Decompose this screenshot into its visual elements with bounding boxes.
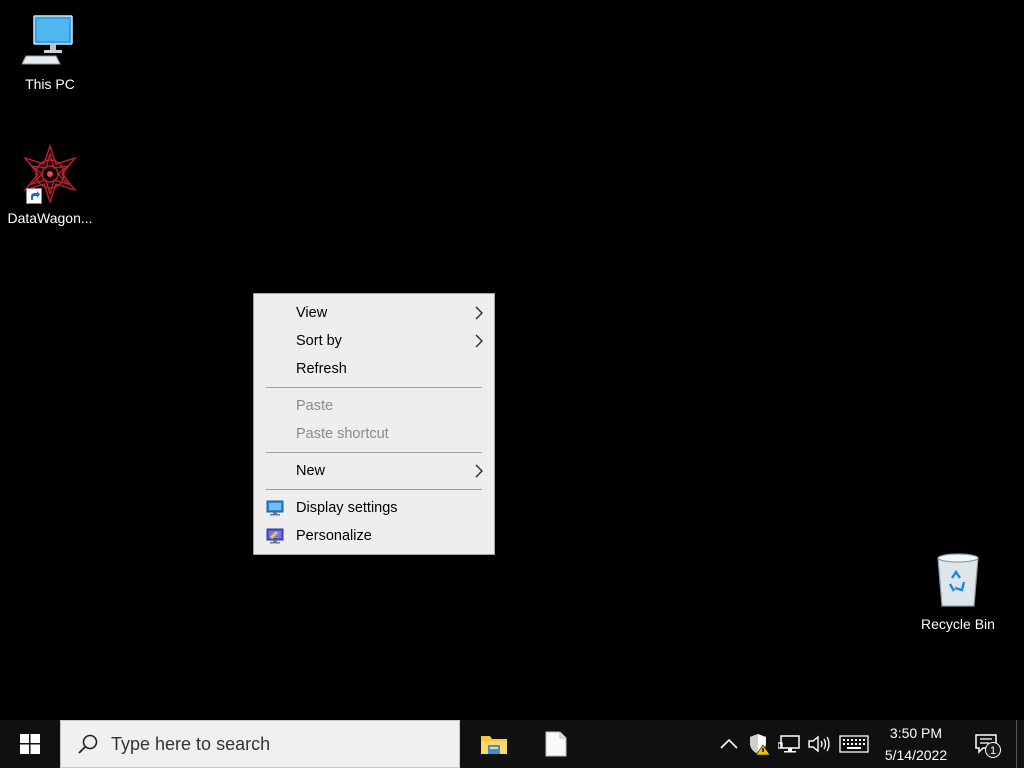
desktop-icon-datawagon[interactable]: DataWagon... [2,144,98,226]
menu-item-label: New [296,463,326,479]
chevron-right-icon [475,334,483,348]
taskbar-app-document[interactable] [526,720,586,768]
menu-item-label: Sort by [296,333,342,349]
display-settings-icon [266,500,284,516]
menu-item-paste-shortcut: Paste shortcut [254,420,494,448]
desktop[interactable]: This PC DataWagon... Recycle Bin View So… [0,0,1024,720]
tray-volume[interactable] [806,720,832,768]
clock-time: 3:50 PM [889,725,943,741]
document-icon [545,731,567,757]
taskbar: Type here to search 3:50 PM 5/14/2022 1 [0,720,1024,768]
action-center-button[interactable]: 1 [966,720,1006,768]
menu-item-paste: Paste [254,392,494,420]
menu-item-label: Paste [296,398,334,414]
taskbar-app-file-explorer[interactable] [464,720,524,768]
start-button[interactable] [0,720,60,768]
taskbar-clock[interactable]: 3:50 PM 5/14/2022 [868,720,964,768]
desktop-icon-label: This PC [25,76,75,92]
desktop-icon-this-pc[interactable]: This PC [2,10,98,92]
menu-item-sort-by[interactable]: Sort by [254,327,494,355]
keyboard-icon [839,735,869,753]
desktop-icon-label: DataWagon... [7,210,93,226]
shortcut-arrow-icon [26,188,42,204]
security-warning-icon [750,734,770,755]
search-placeholder: Type here to search [111,733,271,754]
desktop-context-menu[interactable]: View Sort by Refresh Paste Paste shortcu… [253,293,495,555]
volume-icon [808,735,830,753]
tray-overflow-button[interactable] [716,720,742,768]
menu-item-label: View [296,305,328,321]
show-desktop-button[interactable] [1016,720,1024,768]
menu-item-new[interactable]: New [254,457,494,485]
desktop-icon-label: Recycle Bin [921,616,995,632]
menu-item-label: Personalize [296,528,372,544]
menu-item-display-settings[interactable]: Display settings [254,494,494,522]
tray-network[interactable] [776,720,804,768]
personalize-icon [266,528,284,544]
computer-icon [20,10,80,70]
chevron-right-icon [475,464,483,478]
chevron-right-icon [475,306,483,320]
menu-separator [266,452,482,453]
menu-item-refresh[interactable]: Refresh [254,355,494,383]
menu-item-view[interactable]: View [254,299,494,327]
recycle-bin-icon [928,550,988,610]
menu-item-personalize[interactable]: Personalize [254,522,494,550]
notification-count-badge: 1 [985,742,1001,758]
clock-date: 5/14/2022 [884,747,948,763]
datawagon-shortcut-icon [20,144,80,204]
menu-item-label: Paste shortcut [296,426,389,442]
menu-item-label: Display settings [296,500,398,516]
menu-separator [266,387,482,388]
chevron-up-icon [720,738,738,749]
tray-touch-keyboard[interactable] [836,720,872,768]
taskbar-search-box[interactable]: Type here to search [60,720,460,768]
search-icon [78,734,98,754]
windows-logo-icon [20,734,40,754]
menu-separator [266,489,482,490]
tray-security[interactable] [746,720,772,768]
file-explorer-icon [481,736,507,754]
desktop-icon-recycle-bin[interactable]: Recycle Bin [910,550,1006,632]
menu-item-label: Refresh [296,361,347,377]
network-icon [778,735,800,753]
